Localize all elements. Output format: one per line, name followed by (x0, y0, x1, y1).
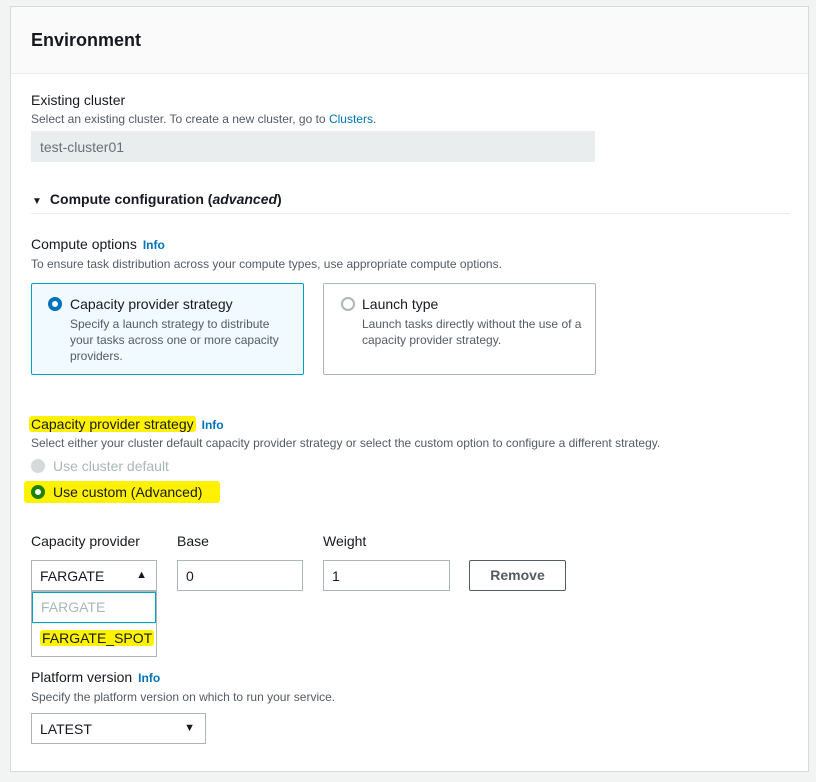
tile-desc: Specify a launch strategy to distribute … (70, 317, 279, 363)
compute-config-suffix: ) (277, 191, 282, 207)
base-input[interactable]: 0 (177, 560, 303, 591)
compute-options-label: Compute options Info (31, 236, 165, 252)
tile-title: Launch type (362, 296, 439, 312)
fargate-spot-label: FARGATE_SPOT (40, 630, 155, 646)
col-base: Base (177, 533, 209, 549)
existing-cluster-desc-text: Select an existing cluster. To create a … (31, 112, 329, 126)
radio-row-cluster-default: Use cluster default (31, 458, 231, 478)
clusters-link[interactable]: Clusters (329, 112, 373, 126)
radio-launch-type[interactable] (341, 297, 355, 311)
cps-desc: Select either your cluster default capac… (31, 436, 661, 450)
platform-label-text: Platform version (31, 669, 133, 685)
environment-panel: Environment Existing cluster Select an e… (10, 6, 809, 772)
platform-info-link[interactable]: Info (138, 671, 160, 685)
existing-cluster-label: Existing cluster (31, 92, 126, 108)
capacity-provider-select[interactable]: FARGATE ▲ (31, 560, 157, 591)
compute-options-info-link[interactable]: Info (143, 238, 165, 252)
compute-options-label-text: Compute options (31, 236, 137, 252)
caret-down-icon: ▼ (32, 196, 42, 207)
compute-config-italic: advanced (212, 191, 278, 207)
tile-launch-type[interactable]: Launch type Launch tasks directly withou… (323, 283, 596, 375)
capacity-provider-dropdown: FARGATE FARGATE_SPOT (31, 591, 157, 657)
tile-title: Capacity provider strategy (70, 296, 233, 312)
caret-down-icon: ▼ (184, 722, 195, 734)
divider (31, 213, 790, 214)
remove-button[interactable]: Remove (469, 560, 566, 591)
platform-label: Platform version Info (31, 669, 160, 685)
col-capacity-provider: Capacity provider (31, 533, 140, 549)
use-custom-label: Use custom (Advanced) (53, 484, 203, 500)
compute-config-label: Compute configuration ( (49, 191, 213, 207)
compute-options-desc: To ensure task distribution across your … (31, 257, 502, 271)
panel-title: Environment (31, 30, 142, 50)
existing-cluster-desc: Select an existing cluster. To create a … (31, 112, 376, 126)
caret-up-icon: ▲ (136, 569, 147, 581)
cps-info-link[interactable]: Info (202, 418, 224, 432)
tile-capacity-provider-strategy[interactable]: Capacity provider strategy Specify a lau… (31, 283, 304, 375)
radio-cluster-default (31, 459, 45, 473)
dropdown-option-fargate[interactable]: FARGATE (32, 592, 156, 623)
platform-version-select[interactable]: LATEST ▼ (31, 713, 206, 744)
panel-header: Environment (11, 7, 808, 74)
radio-row-custom[interactable]: Use custom (Advanced) (31, 484, 231, 504)
tile-desc: Launch tasks directly without the use of… (362, 317, 582, 347)
compute-config-expander[interactable]: ▼ Compute configuration (advanced) (32, 191, 282, 207)
existing-cluster-desc-end: . (372, 112, 377, 126)
platform-version-value: LATEST (40, 721, 92, 737)
cluster-default-label: Use cluster default (53, 458, 169, 474)
dropdown-option-fargate-spot[interactable]: FARGATE_SPOT (32, 623, 156, 654)
cps-label-text: Capacity provider strategy (29, 416, 196, 432)
col-weight: Weight (323, 533, 367, 549)
weight-input[interactable]: 1 (323, 560, 450, 591)
radio-capacity-provider-strategy[interactable] (48, 297, 62, 311)
radio-use-custom[interactable] (31, 485, 45, 499)
existing-cluster-field: test-cluster01 (31, 131, 595, 162)
platform-desc: Specify the platform version on which to… (31, 690, 336, 704)
cps-label: Capacity provider strategy Info (29, 416, 224, 432)
capacity-provider-value: FARGATE (40, 568, 105, 584)
